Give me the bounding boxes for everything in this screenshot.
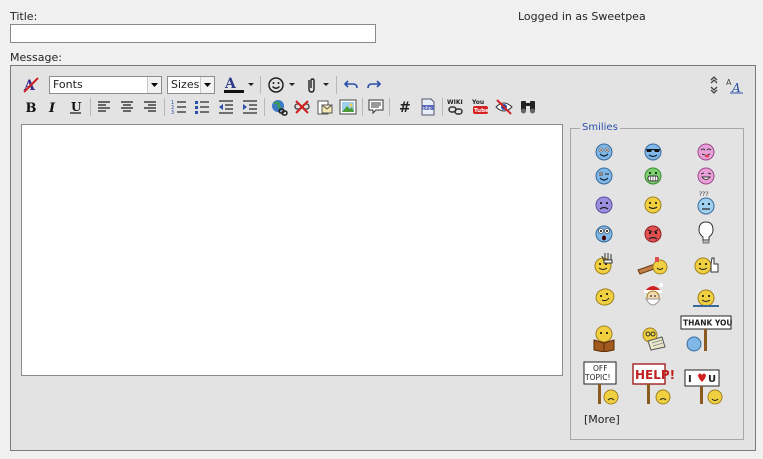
font-color-button[interactable]: A bbox=[222, 75, 256, 95]
attach-menu-button[interactable] bbox=[302, 75, 332, 95]
chevron-down-icon bbox=[147, 77, 161, 93]
align-right-icon[interactable] bbox=[140, 97, 160, 117]
title-label: Title: bbox=[10, 10, 38, 23]
i-love-u-sign-letter-u: U bbox=[708, 374, 716, 385]
insert-wiki-icon[interactable]: WIKI bbox=[447, 97, 467, 117]
size-select[interactable]: Sizes bbox=[167, 76, 215, 94]
confused-smiley-icon[interactable]: ??? bbox=[695, 190, 717, 216]
thank-you-sign-text: THANK YOU! bbox=[683, 319, 732, 328]
toolbar-separator bbox=[264, 98, 265, 116]
toolbar-separator bbox=[164, 98, 165, 116]
message-textarea[interactable] bbox=[21, 124, 563, 376]
insert-youtube-icon[interactable]: You Tube bbox=[471, 97, 491, 117]
svg-text:???: ??? bbox=[699, 191, 709, 198]
font-select[interactable]: Fonts bbox=[49, 76, 162, 94]
toolbar-separator bbox=[442, 98, 443, 116]
outdent-icon[interactable] bbox=[216, 97, 236, 117]
off-topic-smiley-icon[interactable]: OFF TOPIC! bbox=[582, 360, 622, 406]
svg-text:WIKI: WIKI bbox=[447, 99, 463, 106]
align-center-icon[interactable] bbox=[117, 97, 137, 117]
login-status: Logged in as Sweetpea bbox=[518, 10, 646, 23]
smilies-legend: Smilies bbox=[580, 122, 620, 134]
i-love-u-smiley-icon[interactable]: IU bbox=[683, 364, 729, 406]
reading-smiley-icon[interactable] bbox=[590, 323, 618, 353]
insert-php-icon[interactable]: php bbox=[418, 97, 438, 117]
toggle-editor-size-icon[interactable] bbox=[704, 75, 724, 95]
svg-text:Tube: Tube bbox=[474, 108, 489, 114]
svg-text:I: I bbox=[48, 101, 56, 114]
remove-format-icon[interactable]: A bbox=[21, 75, 41, 95]
svg-text:#: # bbox=[399, 100, 411, 115]
insert-link-icon[interactable] bbox=[269, 97, 289, 117]
insert-image-icon[interactable] bbox=[338, 97, 358, 117]
smile-smiley-icon[interactable] bbox=[593, 142, 615, 162]
help-sign-text: HELP! bbox=[635, 368, 675, 382]
svg-text:You: You bbox=[471, 99, 484, 106]
toolbar-separator bbox=[260, 76, 261, 94]
wave-smiley-icon[interactable] bbox=[591, 251, 617, 277]
more-smilies-link[interactable]: [More] bbox=[584, 413, 620, 426]
laugh-smiley-icon[interactable] bbox=[695, 166, 717, 186]
bold-icon[interactable]: B bbox=[20, 97, 40, 117]
angry-smiley-icon[interactable] bbox=[642, 224, 664, 244]
spoiler-icon[interactable] bbox=[494, 97, 514, 117]
size-select-value: Sizes bbox=[171, 78, 200, 91]
align-left-icon[interactable] bbox=[94, 97, 114, 117]
i-love-u-sign-letter-i: I bbox=[688, 374, 692, 385]
hi-smiley-icon[interactable] bbox=[692, 287, 720, 309]
tongue-smiley-icon[interactable] bbox=[695, 142, 717, 162]
smiley-menu-button[interactable] bbox=[266, 75, 298, 95]
thumbs-up-sign-smiley-icon[interactable] bbox=[637, 253, 669, 277]
happy-smiley-icon[interactable] bbox=[642, 195, 664, 215]
svg-text:A: A bbox=[224, 76, 237, 92]
svg-text:U: U bbox=[71, 100, 82, 114]
unordered-list-icon[interactable] bbox=[192, 97, 212, 117]
remove-link-icon[interactable] bbox=[292, 97, 312, 117]
svg-text:B: B bbox=[26, 101, 37, 114]
idea-smiley-icon[interactable] bbox=[695, 220, 717, 246]
sad-smiley-icon[interactable] bbox=[593, 195, 615, 215]
italic-icon[interactable]: I bbox=[43, 97, 63, 117]
title-input[interactable] bbox=[10, 24, 376, 43]
svg-text:3: 3 bbox=[171, 110, 174, 114]
nodding-smiley-icon[interactable] bbox=[593, 286, 617, 308]
insert-quote-icon[interactable] bbox=[366, 97, 386, 117]
santa-smiley-icon[interactable] bbox=[640, 281, 666, 309]
font-select-value: Fonts bbox=[53, 78, 83, 91]
wink-smiley-icon[interactable] bbox=[593, 166, 615, 186]
toolbar-separator bbox=[362, 98, 363, 116]
message-label: Message: bbox=[10, 51, 62, 64]
help-smiley-icon[interactable]: HELP! bbox=[631, 360, 675, 406]
ordered-list-icon[interactable]: 123 bbox=[169, 97, 189, 117]
toolbar-separator bbox=[336, 76, 337, 94]
studying-smiley-icon[interactable] bbox=[640, 324, 666, 352]
undo-icon[interactable] bbox=[341, 75, 361, 95]
off-topic-sign-line1: OFF bbox=[593, 364, 608, 373]
grin-smiley-icon[interactable] bbox=[642, 166, 664, 186]
thank-you-smiley-icon[interactable]: THANK YOU! bbox=[680, 314, 732, 354]
switch-editor-mode-icon[interactable]: AA bbox=[725, 75, 745, 95]
off-topic-sign-line2: TOPIC! bbox=[584, 373, 610, 382]
chevron-down-icon bbox=[200, 77, 214, 93]
insert-code-icon[interactable]: # bbox=[395, 97, 415, 117]
redo-icon[interactable] bbox=[364, 75, 384, 95]
toolbar-separator bbox=[90, 98, 91, 116]
insert-email-icon[interactable] bbox=[315, 97, 335, 117]
thumbs-up-smiley-icon[interactable] bbox=[692, 253, 720, 277]
shocked-smiley-icon[interactable] bbox=[593, 224, 615, 244]
find-icon[interactable] bbox=[518, 97, 538, 117]
cool-smiley-icon[interactable] bbox=[642, 142, 664, 162]
indent-icon[interactable] bbox=[240, 97, 260, 117]
svg-text:php: php bbox=[423, 105, 432, 111]
underline-icon[interactable]: U bbox=[66, 97, 86, 117]
toolbar-separator bbox=[389, 98, 390, 116]
